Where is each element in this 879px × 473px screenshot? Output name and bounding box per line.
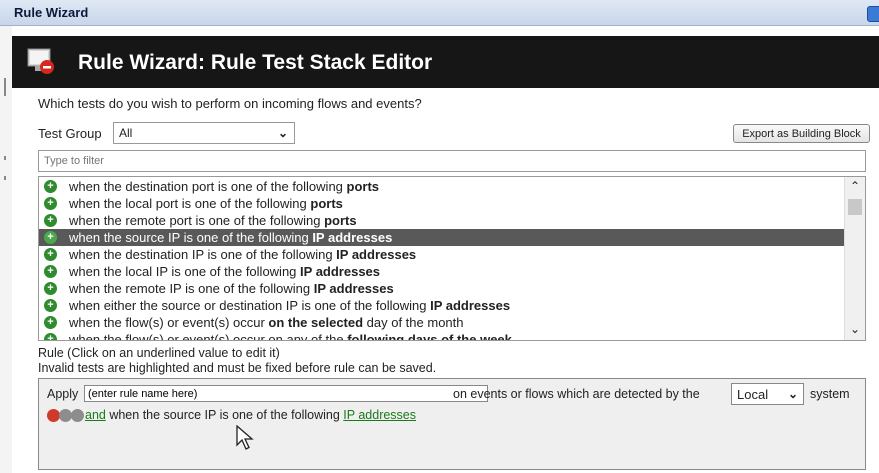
test-row-label: when the flow(s) or event(s) occur on an… (69, 331, 512, 341)
scroll-up-icon[interactable]: ⌃ (850, 179, 860, 193)
test-text: when either the source or destination IP… (69, 298, 431, 313)
move-down-icon[interactable] (71, 409, 84, 422)
wizard-header: Rule Wizard: Rule Test Stack Editor (12, 36, 879, 88)
add-test-icon[interactable]: + (44, 248, 57, 261)
test-parameter: IP addresses (336, 247, 417, 262)
left-edge-strip (0, 26, 12, 473)
test-row-label: when the source IP is one of the followi… (69, 229, 392, 246)
test-row[interactable]: + when the source IP is one of the follow… (39, 229, 844, 246)
chevron-down-icon: ⌄ (787, 387, 798, 401)
rule-wizard-app-icon (27, 48, 54, 74)
test-row-label: when the local IP is one of the followin… (69, 263, 380, 280)
test-list-scrollbar[interactable]: ⌃ ⌄ (844, 177, 865, 340)
test-row[interactable]: + when the local IP is one of the followi… (39, 263, 844, 280)
test-row[interactable]: + when either the source or destination I… (39, 297, 844, 314)
test-parameter: ports (346, 179, 380, 194)
filter-input[interactable] (38, 150, 866, 172)
rule-hint-line1: Rule (Click on an underlined value to ed… (38, 346, 280, 360)
scroll-thumb[interactable] (848, 199, 862, 215)
test-row[interactable]: + when the remote IP is one of the follow… (39, 280, 844, 297)
rule-editor: Apply on events or flows which are detec… (38, 378, 866, 470)
test-parameter: ports (324, 213, 357, 228)
rule-hint-line2: Invalid tests are highlighted and must b… (38, 361, 437, 375)
test-row[interactable]: + when the flow(s) or event(s) occur on a… (39, 331, 844, 341)
test-parameter: on the selected (268, 315, 364, 330)
apply-label: Apply (47, 387, 79, 401)
test-row-label: when the destination port is one of the … (69, 178, 379, 195)
test-parameter: IP addresses (300, 264, 381, 279)
test-row-label: when the remote IP is one of the followi… (69, 280, 394, 297)
add-test-icon[interactable]: + (44, 197, 57, 210)
add-test-icon[interactable]: + (44, 214, 57, 227)
add-test-icon[interactable]: + (44, 265, 57, 278)
add-test-icon[interactable]: + (44, 316, 57, 329)
test-text-suffix: day of the month (363, 315, 464, 330)
and-link[interactable]: and (85, 408, 106, 422)
add-test-icon[interactable]: + (44, 180, 57, 193)
test-row[interactable]: + when the destination IP is one of the f… (39, 246, 844, 263)
export-building-block-button[interactable]: Export as Building Block (733, 124, 870, 143)
ip-addresses-link[interactable]: IP addresses (343, 408, 416, 422)
test-text: when the flow(s) or event(s) occur (69, 315, 269, 330)
test-text: when the destination IP is one of the fo… (69, 247, 337, 262)
test-row-label: when the flow(s) or event(s) occur on th… (69, 314, 464, 331)
rule-hint: Rule (Click on an underlined value to ed… (38, 346, 436, 376)
test-text: when the source IP is one of the followi… (69, 230, 313, 245)
window-control-button[interactable] (867, 6, 879, 22)
test-group-label: Test Group (38, 126, 102, 141)
test-row-label: when the local port is one of the follow… (69, 195, 343, 212)
test-text: when the remote port is one of the follo… (69, 213, 325, 228)
test-row[interactable]: + when the flow(s) or event(s) occur on t… (39, 314, 844, 331)
rule-test-controls (47, 409, 87, 423)
test-row-label: when the remote port is one of the follo… (69, 212, 357, 229)
add-test-icon[interactable]: + (44, 333, 57, 340)
rule-test-text: when the source IP is one of the followi… (105, 408, 344, 422)
test-row[interactable]: + when the local port is one of the follo… (39, 195, 844, 212)
system-select[interactable]: Local ⌄ (731, 383, 804, 405)
system-select-value: Local (737, 387, 769, 402)
on-events-text: on events or flows which are detected by… (453, 387, 700, 401)
test-row[interactable]: + when the destination port is one of the… (39, 178, 844, 195)
rule-test-line: and when the source IP is one of the fol… (85, 408, 416, 422)
page-title: Rule Wizard: Rule Test Stack Editor (78, 51, 433, 74)
chevron-down-icon: ⌄ (277, 126, 288, 140)
test-text: when the local IP is one of the followin… (69, 264, 301, 279)
add-test-icon[interactable]: + (44, 282, 57, 295)
system-text: system (810, 387, 850, 401)
test-parameter: following days of the week (347, 332, 512, 341)
test-text: when the remote IP is one of the followi… (69, 281, 314, 296)
test-parameter: ports (310, 196, 343, 211)
test-list: + when the destination port is one of the… (38, 176, 866, 341)
window-title: Rule Wizard (14, 5, 89, 20)
test-row-label: when the destination IP is one of the fo… (69, 246, 416, 263)
window-titlebar: Rule Wizard (0, 0, 879, 26)
test-row-label: when either the source or destination IP… (69, 297, 510, 314)
test-text: when the local port is one of the follow… (69, 196, 311, 211)
test-text: when the flow(s) or event(s) occur on an… (69, 332, 348, 341)
add-test-icon[interactable]: + (44, 299, 57, 312)
add-test-icon[interactable]: + (44, 231, 57, 244)
test-group-select[interactable]: All ⌄ (113, 122, 295, 144)
test-group-value: All (119, 126, 133, 140)
scroll-down-icon[interactable]: ⌄ (850, 322, 860, 336)
test-parameter: IP addresses (313, 281, 394, 296)
test-row[interactable]: + when the remote port is one of the foll… (39, 212, 844, 229)
test-parameter: IP addresses (430, 298, 511, 313)
rule-name-input[interactable] (84, 385, 488, 402)
mouse-pointer-icon (236, 425, 254, 450)
test-parameter: IP addresses (312, 230, 393, 245)
question-text: Which tests do you wish to perform on in… (38, 96, 422, 111)
test-text: when the destination port is one of the … (69, 179, 347, 194)
